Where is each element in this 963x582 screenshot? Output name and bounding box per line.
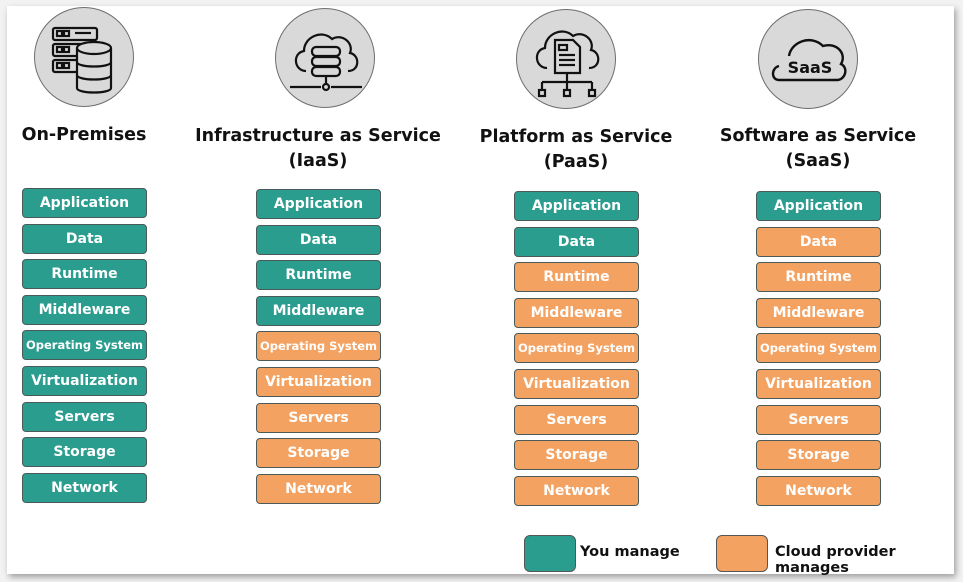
layer-data: Data — [256, 224, 381, 255]
layer-middleware: Middleware — [256, 295, 381, 326]
title-line-1: Software as Service — [719, 126, 917, 146]
layer-virtualization: Virtualization — [256, 367, 381, 397]
layer-servers: Servers — [256, 402, 381, 433]
layer-virtualization: Virtualization — [756, 369, 881, 399]
layer-storage: Storage — [514, 440, 639, 471]
layer-servers: Servers — [514, 404, 639, 435]
layer-virtualization: Virtualization — [22, 366, 147, 396]
layer-middleware: Middleware — [22, 294, 147, 325]
title-line-2: (SaaS) — [785, 151, 851, 171]
layer-network: Network — [756, 475, 881, 506]
layer-data: Data — [22, 223, 147, 254]
cloud-server-icon — [275, 8, 375, 108]
layer-application: Application — [256, 189, 381, 219]
layer-application: Application — [756, 191, 881, 221]
layer-servers: Servers — [756, 404, 881, 435]
layer-runtime: Runtime — [514, 262, 639, 293]
saas-cloud-icon: SaaS — [758, 9, 858, 109]
layer-storage: Storage — [22, 437, 147, 468]
layer-network: Network — [256, 473, 381, 504]
layer-data: Data — [514, 226, 639, 257]
title-line-1: On-Premises — [21, 125, 147, 145]
layer-virtualization: Virtualization — [514, 369, 639, 399]
column-title-2: Platform as Service (PaaS) — [446, 125, 706, 175]
title-line-2: (IaaS) — [288, 151, 348, 171]
legend-label-you-manage: You manage — [580, 544, 680, 560]
layer-application: Application — [514, 191, 639, 221]
title-line-1: Infrastructure as Service — [195, 126, 441, 146]
cloud-document-network-icon — [516, 9, 616, 109]
layer-middleware: Middleware — [756, 297, 881, 328]
column-title-0: On-Premises — [0, 123, 214, 148]
layer-middleware: Middleware — [514, 297, 639, 328]
layer-storage: Storage — [756, 440, 881, 471]
layer-operating-system: Operating System — [514, 333, 639, 364]
layer-servers: Servers — [22, 401, 147, 432]
column-title-3: Software as Service (SaaS) — [688, 124, 948, 174]
layer-runtime: Runtime — [256, 260, 381, 291]
layer-network: Network — [22, 472, 147, 503]
column-title-1: Infrastructure as Service (IaaS) — [188, 124, 448, 174]
layer-data: Data — [756, 226, 881, 257]
title-line-2: (PaaS) — [543, 152, 609, 172]
saas-icon-text: SaaS — [788, 58, 833, 77]
layer-runtime: Runtime — [756, 262, 881, 293]
layer-network: Network — [514, 475, 639, 506]
legend-swatch-you-manage — [524, 535, 576, 572]
layer-operating-system: Operating System — [756, 333, 881, 364]
layer-operating-system: Operating System — [22, 330, 147, 361]
layer-application: Application — [22, 188, 147, 218]
title-line-1: Platform as Service — [479, 127, 673, 147]
legend-label-provider-manages: Cloud provider manages — [775, 544, 896, 576]
layer-operating-system: Operating System — [256, 331, 381, 362]
legend-swatch-provider-manages — [716, 535, 768, 572]
diagram-canvas: SaaS On-Premises Application Data Runtime Mi… — [7, 6, 954, 576]
layer-runtime: Runtime — [22, 259, 147, 290]
server-database-icon — [34, 7, 134, 107]
layer-storage: Storage — [256, 438, 381, 469]
